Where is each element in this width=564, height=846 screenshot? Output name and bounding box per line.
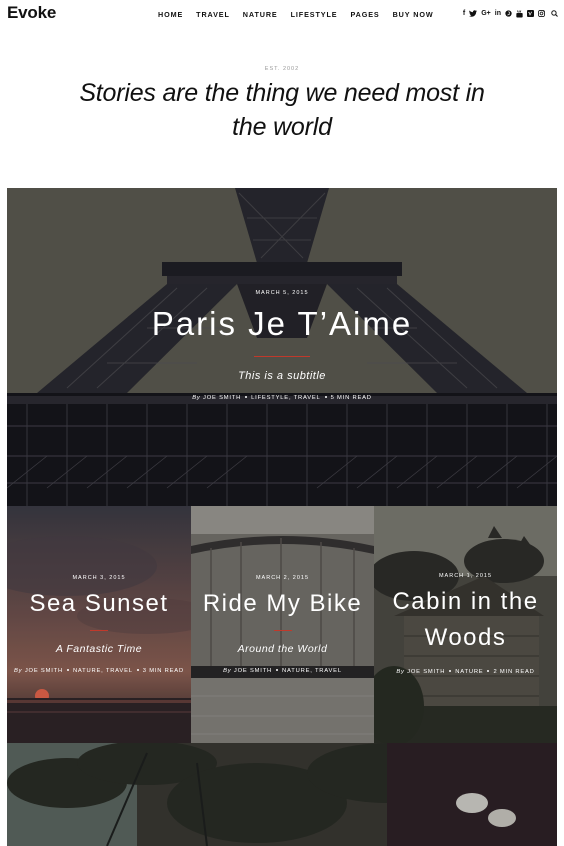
- googleplus-icon[interactable]: G+: [481, 9, 491, 18]
- meta-by: By: [14, 668, 23, 674]
- meta-separator: [66, 668, 69, 671]
- post-meta: By JOE SMITH NATURE, TRAVEL: [191, 668, 374, 674]
- palm-trees-image: [7, 743, 557, 846]
- meta-separator: [324, 395, 327, 398]
- meta-categories[interactable]: NATURE, TRAVEL: [73, 668, 133, 674]
- post-card-cabin-in-the-woods[interactable]: MARCH 1, 2015 Cabin in the Woods By JOE …: [374, 506, 557, 743]
- post-date: MARCH 1, 2015: [438, 573, 493, 579]
- meta-separator: [245, 395, 248, 398]
- post-date: MARCH 2, 2015: [255, 575, 310, 581]
- title-divider: [254, 356, 310, 357]
- instagram-icon[interactable]: [538, 10, 545, 17]
- featured-post-paris[interactable]: MARCH 5, 2015 Paris Je T’Aime This is a …: [7, 188, 557, 506]
- pinterest-icon[interactable]: [505, 10, 512, 17]
- meta-author[interactable]: JOE SMITH: [203, 395, 241, 401]
- meta-author[interactable]: JOE SMITH: [407, 669, 445, 675]
- post-date: MARCH 3, 2015: [72, 575, 126, 581]
- eiffel-tower-image: [7, 188, 557, 506]
- linkedin-icon[interactable]: in: [495, 9, 501, 18]
- meta-by: By: [396, 669, 405, 675]
- post-meta: By JOE SMITH NATURE 2 MIN READ: [374, 669, 557, 675]
- nav-travel[interactable]: TRAVEL: [196, 10, 230, 19]
- meta-author[interactable]: JOE SMITH: [25, 668, 63, 674]
- post-date: MARCH 5, 2015: [255, 290, 309, 296]
- nav-lifestyle[interactable]: LIFESTYLE: [291, 10, 338, 19]
- meta-by: By: [192, 395, 201, 401]
- post-meta: By JOE SMITH NATURE, TRAVEL 3 MIN READ: [7, 668, 191, 674]
- site-logo[interactable]: Evoke: [7, 3, 56, 23]
- post-title[interactable]: Ride My Bike: [191, 586, 374, 622]
- post-subtitle: A Fantastic Time: [55, 643, 143, 655]
- sunset-image: [7, 506, 191, 743]
- post-subtitle: This is a subtitle: [238, 370, 326, 382]
- main-nav: HOME TRAVEL NATURE LIFESTYLE PAGES BUY N…: [158, 10, 447, 19]
- nav-home[interactable]: HOME: [158, 10, 183, 19]
- nav-pages[interactable]: PAGES: [350, 10, 379, 19]
- meta-separator: [487, 669, 490, 672]
- post-card-sea-sunset[interactable]: MARCH 3, 2015 Sea Sunset A Fantastic Tim…: [7, 506, 191, 743]
- meta-separator: [136, 668, 139, 671]
- site-tagline: Stories are the thing we need most in th…: [79, 79, 485, 141]
- title-divider: [273, 630, 292, 631]
- facebook-icon[interactable]: f: [463, 9, 465, 18]
- meta-author[interactable]: JOE SMITH: [234, 668, 272, 674]
- meta-separator: [276, 668, 279, 671]
- post-meta: By JOE SMITH LIFESTYLE, TRAVEL 5 MIN READ: [7, 395, 557, 401]
- vimeo-icon[interactable]: [527, 10, 534, 17]
- meta-categories[interactable]: NATURE: [455, 669, 483, 675]
- post-title-line1[interactable]: Cabin in the: [374, 584, 557, 620]
- established-label: EST. 2002: [264, 66, 300, 72]
- meta-read-time: 5 MIN READ: [330, 395, 372, 401]
- meta-read-time: 3 MIN READ: [142, 668, 184, 674]
- twitter-icon[interactable]: [469, 10, 478, 17]
- meta-read-time: 2 MIN READ: [493, 669, 535, 675]
- search-icon[interactable]: [551, 10, 558, 17]
- meta-separator: [449, 669, 452, 672]
- post-title[interactable]: Paris Je T’Aime: [7, 305, 557, 343]
- nav-nature[interactable]: NATURE: [243, 10, 278, 19]
- title-divider: [90, 630, 108, 631]
- post-title[interactable]: Sea Sunset: [7, 586, 191, 622]
- meta-categories[interactable]: NATURE, TRAVEL: [282, 668, 342, 674]
- meta-categories[interactable]: LIFESTYLE, TRAVEL: [251, 395, 320, 401]
- post-card-ride-my-bike[interactable]: MARCH 2, 2015 Ride My Bike Around the Wo…: [191, 506, 374, 743]
- post-title-line2[interactable]: Woods: [374, 620, 557, 656]
- bridge-image: [191, 506, 374, 743]
- youtube-icon[interactable]: [516, 9, 523, 18]
- meta-by: By: [223, 668, 232, 674]
- post-subtitle: Around the World: [237, 643, 328, 655]
- social-links: f G+ in: [459, 9, 558, 18]
- site-header: Evoke HOME TRAVEL NATURE LIFESTYLE PAGES…: [0, 0, 564, 28]
- post-card-bottom[interactable]: [7, 743, 557, 846]
- nav-buy-now[interactable]: BUY NOW: [393, 10, 434, 19]
